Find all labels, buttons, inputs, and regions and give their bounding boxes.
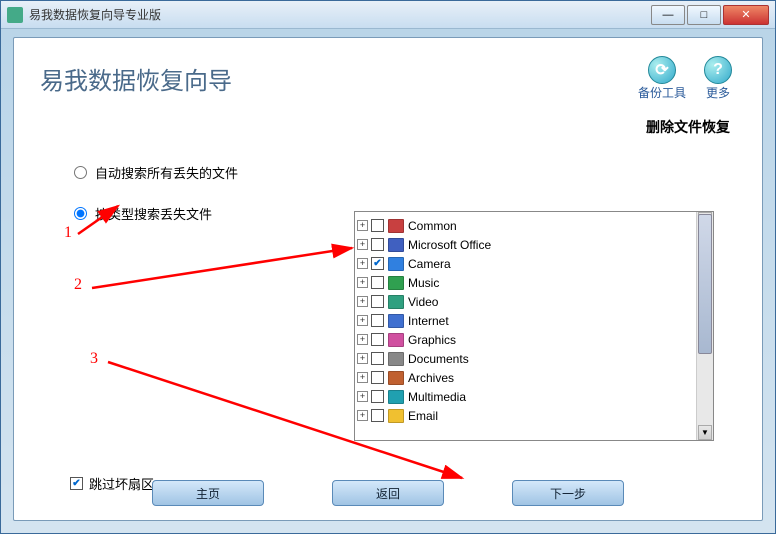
vertical-scrollbar[interactable]: ▲ ▼ xyxy=(696,212,713,440)
tree-item-label: Archives xyxy=(408,371,454,385)
file-type-icon xyxy=(388,219,404,233)
main-content: 自动搜索所有丢失的文件 按类型搜索丢失文件 + Common + Microsoft … xyxy=(14,163,762,493)
file-type-icon xyxy=(388,257,404,271)
content-panel: 易我数据恢复向导 ⟳ 备份工具 ? 更多 删除文件恢复 自动搜索所有丢失的文件 xyxy=(13,37,763,521)
tree-item-label: Multimedia xyxy=(408,390,466,404)
tree-checkbox[interactable] xyxy=(371,409,384,422)
expand-icon[interactable]: + xyxy=(357,372,368,383)
expand-icon[interactable]: + xyxy=(357,334,368,345)
app-icon xyxy=(7,7,23,23)
tree-item[interactable]: + Microsoft Office xyxy=(357,235,711,254)
file-type-icon xyxy=(388,333,404,347)
tree-checkbox[interactable] xyxy=(371,390,384,403)
expand-icon[interactable]: + xyxy=(357,296,368,307)
titlebar: 易我数据恢复向导专业版 — □ ✕ xyxy=(1,1,775,29)
file-type-icon xyxy=(388,314,404,328)
file-type-icon xyxy=(388,352,404,366)
tree-item[interactable]: + Music xyxy=(357,273,711,292)
file-type-icon xyxy=(388,371,404,385)
app-header: 易我数据恢复向导 ⟳ 备份工具 ? 更多 xyxy=(14,38,762,111)
auto-search-radio[interactable] xyxy=(74,166,87,179)
tree-item-label: Music xyxy=(408,276,439,290)
more-label: 更多 xyxy=(706,84,730,101)
tree-item[interactable]: + Graphics xyxy=(357,330,711,349)
app-title: 易我数据恢复向导 xyxy=(40,61,232,96)
tree-item[interactable]: + Video xyxy=(357,292,711,311)
page-subtitle: 删除文件恢复 xyxy=(14,111,762,155)
file-type-icon xyxy=(388,295,404,309)
back-button[interactable]: 返回 xyxy=(332,480,444,506)
file-type-icon xyxy=(388,390,404,404)
home-button[interactable]: 主页 xyxy=(152,480,264,506)
tree-checkbox[interactable] xyxy=(371,295,384,308)
maximize-button[interactable]: □ xyxy=(687,5,721,25)
expand-icon[interactable]: + xyxy=(357,277,368,288)
tree-item[interactable]: +✔ Camera xyxy=(357,254,711,273)
next-button[interactable]: 下一步 xyxy=(512,480,624,506)
tree-checkbox[interactable] xyxy=(371,333,384,346)
scroll-down-button[interactable]: ▼ xyxy=(698,425,712,440)
help-icon: ? xyxy=(704,56,732,84)
backup-tool-label: 备份工具 xyxy=(638,84,686,101)
tree-item-label: Common xyxy=(408,219,457,233)
file-type-icon xyxy=(388,276,404,290)
tree-list: +Common+Microsoft Office+✔Camera+Music+V… xyxy=(355,212,713,429)
tree-item-label: Camera xyxy=(408,257,451,271)
footer-buttons: 主页 返回 下一步 xyxy=(14,480,762,506)
tree-checkbox[interactable]: ✔ xyxy=(371,257,384,270)
more-button[interactable]: ? 更多 xyxy=(704,56,732,101)
backup-tool-button[interactable]: ⟳ 备份工具 xyxy=(638,56,686,101)
tree-item-label: Email xyxy=(408,409,438,423)
expand-icon[interactable]: + xyxy=(357,258,368,269)
tree-item-label: Graphics xyxy=(408,333,456,347)
expand-icon[interactable]: + xyxy=(357,353,368,364)
tree-checkbox[interactable] xyxy=(371,314,384,327)
expand-icon[interactable]: + xyxy=(357,220,368,231)
backup-icon: ⟳ xyxy=(648,56,676,84)
tree-item-label: Microsoft Office xyxy=(408,238,491,252)
expand-icon[interactable]: + xyxy=(357,391,368,402)
tree-checkbox[interactable] xyxy=(371,238,384,251)
window-title: 易我数据恢复向导专业版 xyxy=(29,6,651,23)
tree-item[interactable]: + Common xyxy=(357,216,711,235)
tree-item[interactable]: + Internet xyxy=(357,311,711,330)
close-button[interactable]: ✕ xyxy=(723,5,769,25)
tree-item-label: Documents xyxy=(408,352,469,366)
by-type-label: 按类型搜索丢失文件 xyxy=(95,204,212,223)
expand-icon[interactable]: + xyxy=(357,239,368,250)
file-type-icon xyxy=(388,238,404,252)
tree-checkbox[interactable] xyxy=(371,371,384,384)
tree-item-label: Internet xyxy=(408,314,449,328)
by-type-radio[interactable] xyxy=(74,207,87,220)
scrollbar-thumb[interactable] xyxy=(698,214,712,354)
window-controls: — □ ✕ xyxy=(651,5,769,25)
expand-icon[interactable]: + xyxy=(357,410,368,421)
minimize-button[interactable]: — xyxy=(651,5,685,25)
tree-checkbox[interactable] xyxy=(371,219,384,232)
tree-checkbox[interactable] xyxy=(371,352,384,365)
auto-search-label: 自动搜索所有丢失的文件 xyxy=(95,163,238,182)
tree-item[interactable]: + Documents xyxy=(357,349,711,368)
app-window: 易我数据恢复向导专业版 — □ ✕ 易我数据恢复向导 ⟳ 备份工具 ? 更多 删… xyxy=(0,0,776,534)
file-type-icon xyxy=(388,409,404,423)
tree-item-label: Video xyxy=(408,295,438,309)
tree-item[interactable]: + Email xyxy=(357,406,711,425)
auto-search-option[interactable]: 自动搜索所有丢失的文件 xyxy=(74,163,722,182)
header-tools: ⟳ 备份工具 ? 更多 xyxy=(638,56,732,101)
expand-icon[interactable]: + xyxy=(357,315,368,326)
tree-item[interactable]: + Archives xyxy=(357,368,711,387)
file-type-tree: +Common+Microsoft Office+✔Camera+Music+V… xyxy=(354,211,714,441)
tree-item[interactable]: + Multimedia xyxy=(357,387,711,406)
tree-checkbox[interactable] xyxy=(371,276,384,289)
